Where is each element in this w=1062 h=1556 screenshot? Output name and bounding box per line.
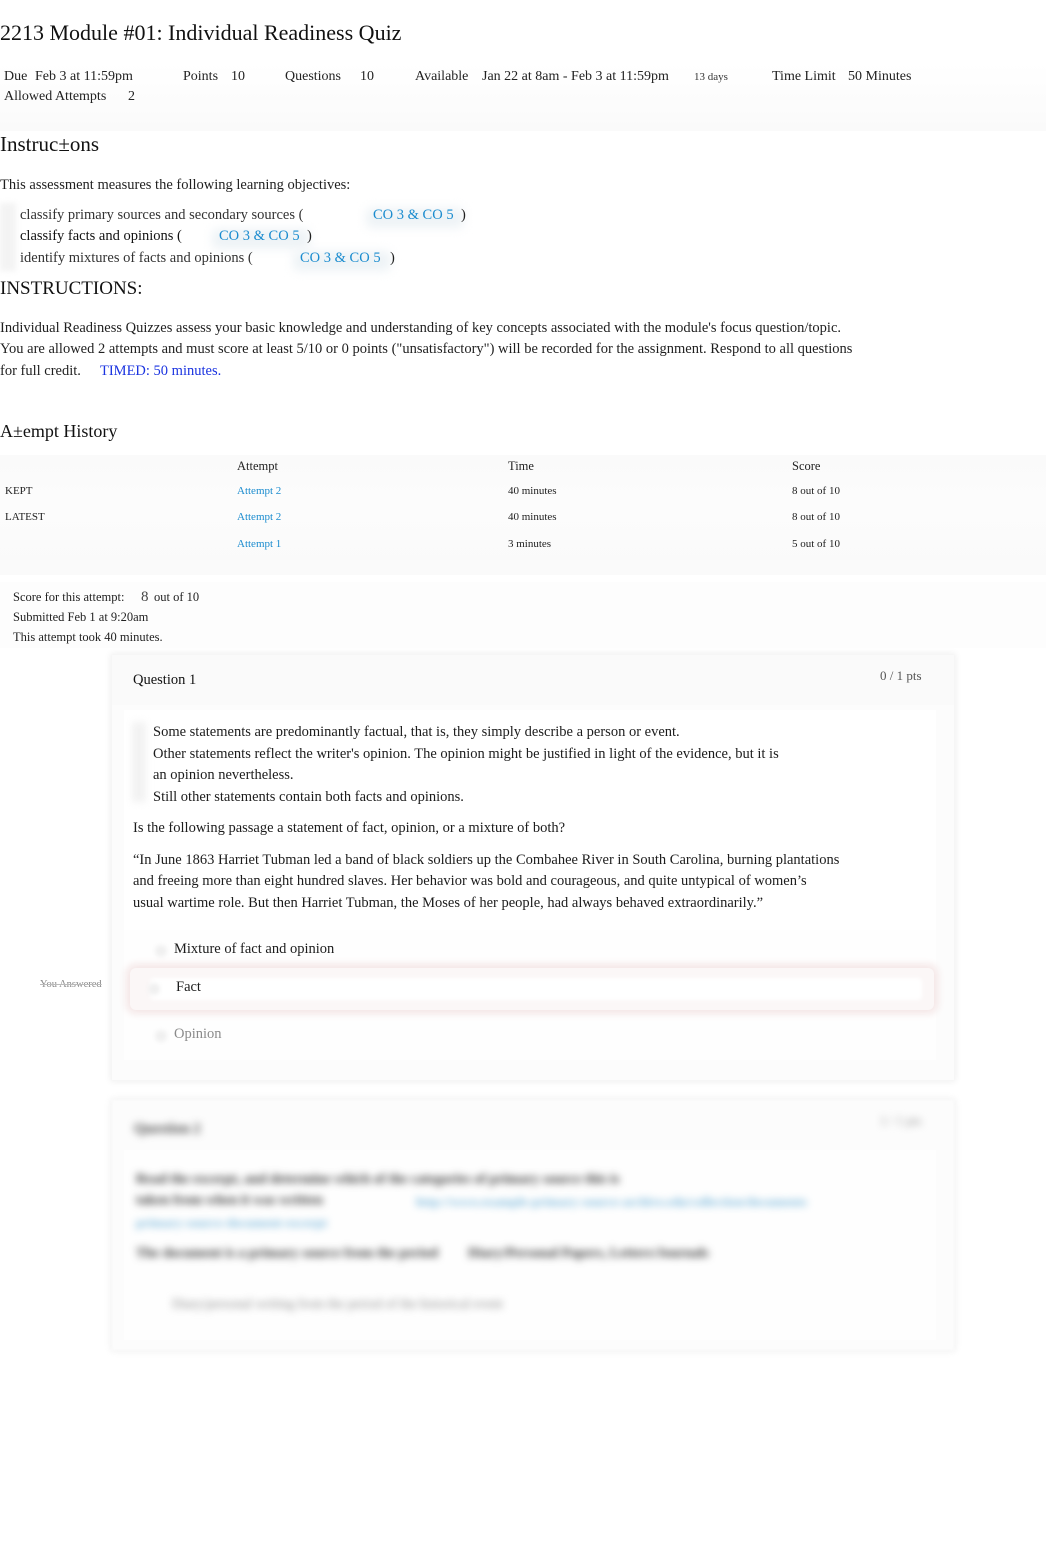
- points-label: Points: [183, 69, 219, 84]
- page-title: 2213 Module #01: Individual Readiness Qu…: [0, 20, 402, 45]
- question-text-line: Diary/Personal Papers, Letters/Journals: [468, 1246, 709, 1261]
- answer-text: Fact: [176, 979, 201, 995]
- attempt-link[interactable]: Attempt 2: [237, 485, 281, 497]
- objective-co-link[interactable]: CO 3 & CO 5: [300, 250, 381, 267]
- time-limit-label: Time Limit: [772, 69, 836, 84]
- submitted-time: Submitted Feb 1 at 9:20am: [13, 610, 149, 624]
- instructions-heading: Instruc±ons: [0, 132, 100, 156]
- score-total: out of 10: [154, 590, 200, 604]
- row-label: LATEST: [5, 511, 45, 523]
- attempt-score: 8 out of 10: [792, 485, 840, 497]
- instructions-subheading: INSTRUCTIONS:: [0, 278, 143, 299]
- column-header-time: Time: [508, 459, 534, 473]
- question-source-link[interactable]: primary-source-document-excerpt: [136, 1215, 327, 1231]
- question-title: Question 1: [133, 672, 197, 688]
- attempt-link[interactable]: Attempt 1: [237, 538, 281, 550]
- answer-text: Mixture of fact and opinion: [174, 941, 335, 957]
- due-label: Due: [4, 69, 28, 84]
- available-value: Jan 22 at 8am - Feb 3 at 11:59pm: [482, 69, 669, 84]
- score-label: Score for this attempt:: [13, 590, 125, 604]
- score-value: 8: [141, 589, 149, 605]
- question-passage-line: usual wartime role. But then Harriet Tub…: [133, 895, 764, 911]
- questions-value: 10: [360, 69, 374, 84]
- question-points: 0 / 1 pts: [880, 668, 922, 683]
- objective-close-paren: ): [390, 250, 395, 266]
- question-text-line: The document is a primary source from th…: [136, 1246, 439, 1261]
- question-bullet: Other statements reflect the writer's op…: [153, 746, 779, 762]
- timed-note: TIMED: 50 minutes.: [100, 363, 222, 379]
- available-label: Available: [415, 69, 469, 84]
- time-limit-value: 50 Minutes: [848, 69, 912, 84]
- instructions-intro: This assessment measures the following l…: [0, 177, 351, 193]
- attempt-link[interactable]: Attempt 2: [237, 511, 281, 523]
- radio-button[interactable]: [148, 983, 160, 995]
- objective-item: identify mixtures of facts and opinions …: [20, 250, 253, 266]
- available-duration: 13 days: [694, 71, 728, 83]
- attempt-score: 5 out of 10: [792, 538, 840, 550]
- points-value: 10: [231, 69, 245, 84]
- answer-text: Opinion: [174, 1026, 222, 1042]
- instructions-paragraph-line: for full credit.: [0, 363, 81, 379]
- allowed-attempts-label: Allowed Attempts: [4, 89, 107, 104]
- question-header: [112, 655, 954, 705]
- you-answered-label: You Answered: [40, 979, 102, 990]
- question-bullet: Still other statements contain both fact…: [153, 789, 464, 805]
- attempt-time: 40 minutes: [508, 511, 557, 523]
- question-passage-line: and freeing more than eight hundred slav…: [133, 873, 807, 889]
- row-label: KEPT: [5, 485, 33, 497]
- answer-highlight: [150, 978, 922, 1000]
- attempt-duration: This attempt took 40 minutes.: [13, 630, 163, 644]
- question-source-link[interactable]: http://www.example-primary-source-archiv…: [416, 1194, 807, 1210]
- question-text-line: Read the excerpt, and determine which of…: [136, 1172, 620, 1187]
- question-title: Question 2: [134, 1121, 201, 1137]
- question-points: 1 / 1 pts: [880, 1113, 922, 1128]
- allowed-attempts-value: 2: [128, 89, 135, 104]
- radio-button[interactable]: [155, 945, 167, 957]
- attempt-time: 40 minutes: [508, 485, 557, 497]
- column-header-score: Score: [792, 459, 821, 473]
- bullet-list-marker: [132, 722, 146, 802]
- question-bullet: an opinion nevertheless.: [153, 767, 294, 783]
- attempt-history-heading: A±empt History: [0, 421, 118, 441]
- attempt-time: 3 minutes: [508, 538, 552, 550]
- question-bullet: Some statements are predominantly factua…: [153, 724, 680, 740]
- objective-close-paren: ): [461, 207, 466, 223]
- objective-close-paren: ): [307, 228, 312, 244]
- question-prompt: Is the following passage a statement of …: [133, 820, 566, 836]
- instructions-paragraph-line: You are allowed 2 attempts and must scor…: [0, 341, 853, 357]
- due-value: Feb 3 at 11:59pm: [35, 69, 133, 84]
- objective-item: classify facts and opinions (: [20, 228, 182, 244]
- question-passage-line: “In June 1863 Harriet Tubman led a band …: [133, 852, 840, 868]
- attempt-score: 8 out of 10: [792, 511, 840, 523]
- objective-co-link[interactable]: CO 3 & CO 5: [219, 228, 300, 245]
- radio-button[interactable]: [155, 1030, 167, 1042]
- questions-label: Questions: [285, 69, 341, 84]
- objective-item: classify primary sources and secondary s…: [20, 207, 304, 223]
- question-text-line: taken from when it was written: [136, 1193, 323, 1208]
- instructions-paragraph-line: Individual Readiness Quizzes assess your…: [0, 320, 841, 336]
- column-header-attempt: Attempt: [237, 459, 278, 473]
- objective-co-link[interactable]: CO 3 & CO 5: [373, 207, 454, 224]
- objectives-list-marker: [0, 203, 16, 271]
- answer-text: Diary/personal writing from the period o…: [172, 1296, 503, 1311]
